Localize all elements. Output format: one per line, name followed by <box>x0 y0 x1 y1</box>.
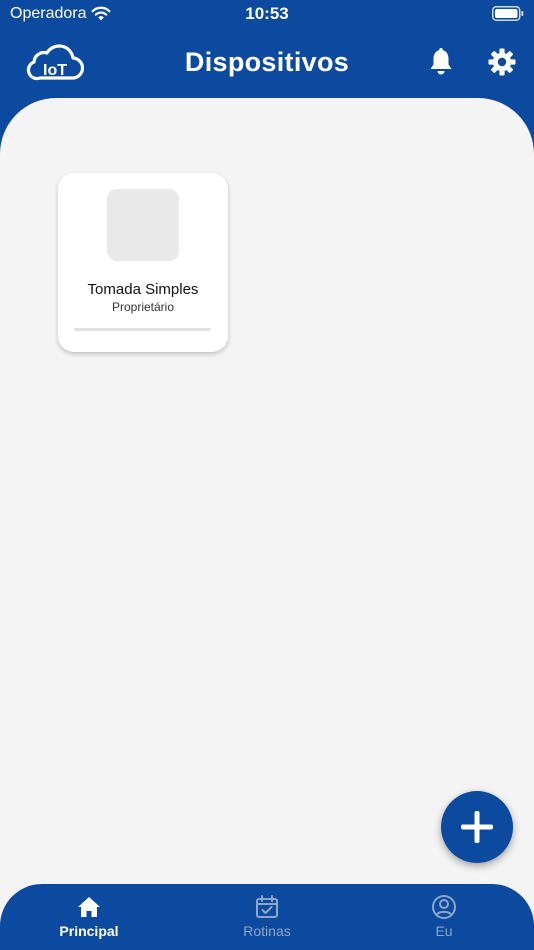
clock: 10:53 <box>245 4 289 23</box>
device-role: Proprietário <box>111 300 175 314</box>
app-header: IoT Dispositivos <box>0 28 534 98</box>
bell-icon[interactable] <box>428 48 454 76</box>
add-device-button[interactable] <box>441 791 513 863</box>
status-bar: Operadora 10:53 <box>0 0 534 28</box>
battery-icon <box>492 6 524 21</box>
device-card[interactable]: Tomada Simples Proprietário <box>58 173 228 352</box>
tab-principal[interactable]: Principal <box>19 884 159 950</box>
device-thumbnail <box>107 189 179 261</box>
tab-label-rotinas: Rotinas <box>243 923 291 939</box>
calendar-check-icon <box>256 895 278 918</box>
gear-icon[interactable] <box>488 48 516 76</box>
home-icon <box>78 897 100 917</box>
device-name: Tomada Simples <box>87 281 199 298</box>
device-status-bar <box>74 328 211 331</box>
plus-icon <box>461 811 493 843</box>
tab-rotinas[interactable]: Rotinas <box>197 884 337 950</box>
tab-eu[interactable]: Eu <box>374 884 514 950</box>
user-circle-icon <box>432 895 456 919</box>
tab-label-principal: Principal <box>59 923 119 939</box>
tab-label-eu: Eu <box>435 923 453 939</box>
bottom-tab-bar: Principal Rotinas Eu <box>0 884 534 950</box>
